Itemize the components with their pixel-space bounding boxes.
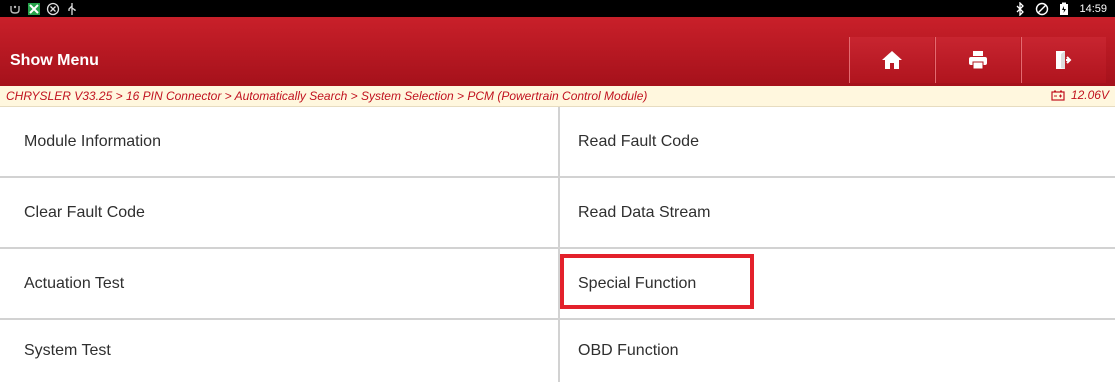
highlight-box [560, 254, 754, 309]
status-bar: 14:59 [0, 0, 1115, 17]
settings-icon [46, 2, 60, 16]
exit-button[interactable] [1021, 37, 1106, 83]
battery-icon [1057, 2, 1071, 16]
menu-item-actuation-test[interactable]: Actuation Test [0, 249, 560, 318]
print-button[interactable] [935, 37, 1020, 83]
menu-item-read-fault-code[interactable]: Read Fault Code [560, 107, 1115, 176]
breadcrumb: CHRYSLER V33.25 > 16 PIN Connector > Aut… [6, 89, 648, 103]
menu-item-read-data-stream[interactable]: Read Data Stream [560, 178, 1115, 247]
page-title: Show Menu [10, 52, 99, 69]
menu-item-module-information[interactable]: Module Information [0, 107, 560, 176]
menu-item-label: Actuation Test [24, 274, 125, 292]
breadcrumb-bar: CHRYSLER V33.25 > 16 PIN Connector > Aut… [0, 86, 1115, 107]
usb-icon [65, 2, 79, 16]
clock: 14:59 [1079, 2, 1107, 15]
menu-item-label: Module Information [24, 132, 161, 150]
do-not-disturb-icon [1035, 2, 1049, 16]
home-button[interactable] [849, 37, 934, 83]
bluetooth-icon [1013, 0, 1027, 17]
menu-item-special-function[interactable]: Special Function [560, 249, 1115, 318]
menu-item-label: System Test [24, 342, 111, 359]
menu-item-clear-fault-code[interactable]: Clear Fault Code [0, 178, 560, 247]
printer-icon [969, 51, 987, 70]
menu-item-obd-function[interactable]: OBD Function [560, 320, 1115, 382]
menu-grid: Module Information Read Fault Code Clear… [0, 107, 1115, 382]
voltage-indicator: 12.06V [1051, 88, 1109, 102]
exit-icon [1056, 51, 1072, 69]
menu-item-label: Read Fault Code [578, 132, 699, 150]
menu-item-system-test[interactable]: System Test [0, 320, 560, 382]
menu-item-label: OBD Function [578, 342, 679, 359]
app-icon [27, 2, 41, 16]
usb-debug-icon [8, 2, 22, 16]
menu-item-label: Clear Fault Code [24, 203, 145, 221]
home-icon [882, 51, 902, 69]
battery-voltage-icon [1051, 90, 1065, 101]
header-bar: Show Menu [0, 17, 1115, 86]
menu-item-label: Read Data Stream [578, 203, 711, 221]
voltage-value: 12.06V [1070, 88, 1109, 102]
